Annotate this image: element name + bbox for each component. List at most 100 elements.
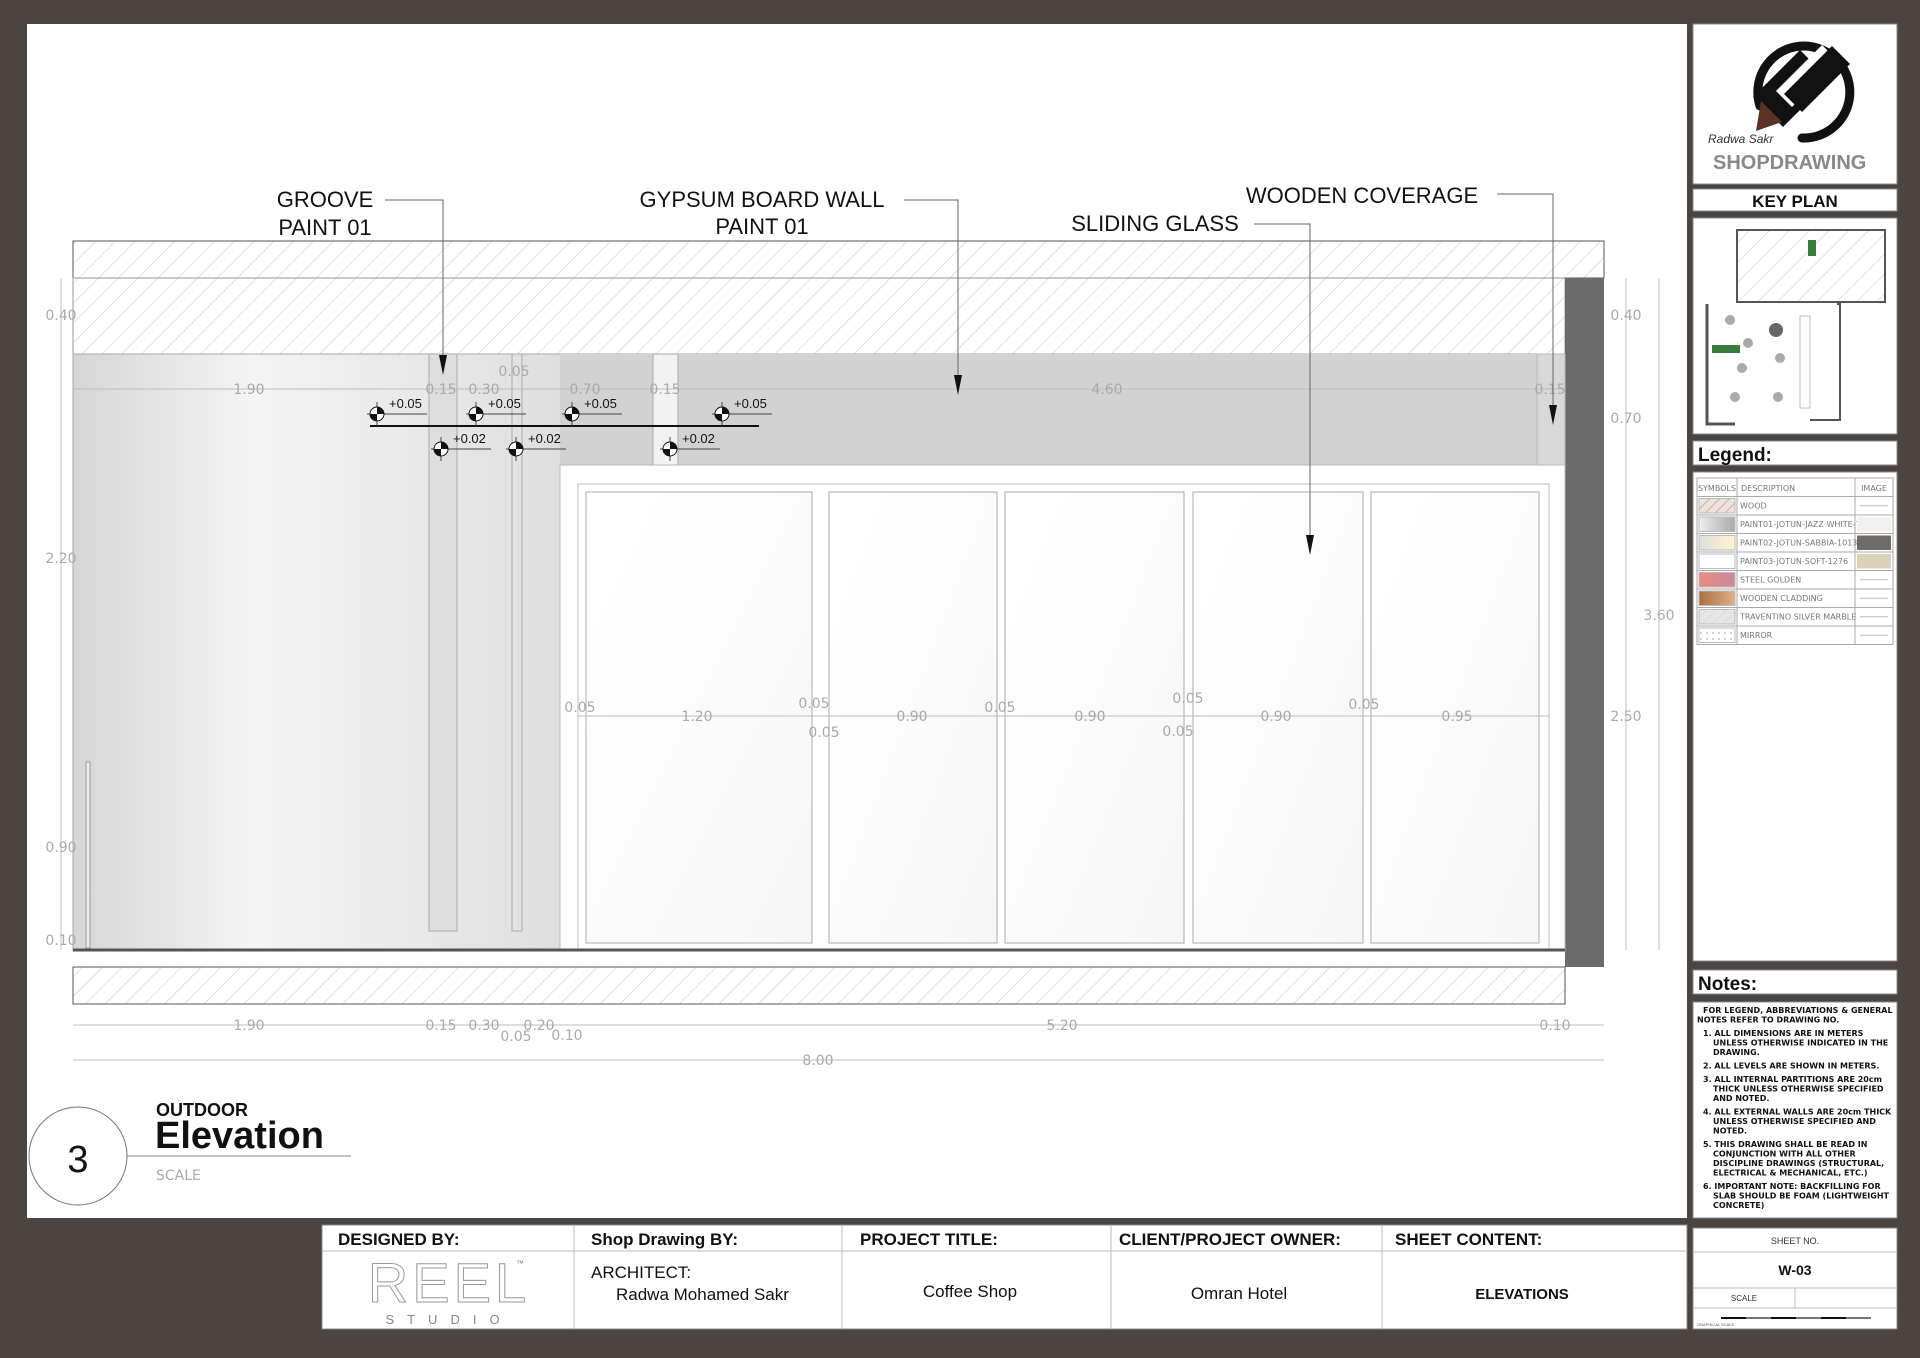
floor-slab: [72, 966, 1566, 1005]
legend-description: STEEL GOLDEN: [1740, 576, 1801, 585]
callout-gypsum-line2: PAINT 01: [715, 214, 808, 239]
sheet-scale-label: SCALE: [1731, 1294, 1757, 1303]
note-item-line: 4. ALL EXTERNAL WALLS ARE 20cm THICK: [1703, 1108, 1892, 1117]
note-item-line: 1. ALL DIMENSIONS ARE IN METERS: [1703, 1029, 1864, 1038]
legend-panel: Legend: SYMBOLS DESCRIPTION IMAGE WOOD PAINT…: [1692, 440, 1898, 962]
legend-image-swatch: [1857, 517, 1891, 532]
level-value: +0.05: [488, 396, 521, 411]
dimension-label: 0.30: [468, 382, 499, 398]
designed-by-label: DESIGNED BY:: [338, 1230, 460, 1249]
legend-column-header: DESCRIPTION: [1741, 484, 1795, 493]
dimension-label: 0.10: [1539, 1018, 1570, 1034]
dimension-label: 3.60: [1643, 608, 1674, 624]
level-value: +0.02: [453, 431, 486, 446]
dimension-label: 0.90: [1260, 709, 1291, 725]
legend-description: MIRROR: [1740, 631, 1773, 640]
key-plan-image: [1692, 217, 1898, 435]
dimension-label: 0.20: [523, 1018, 554, 1034]
dimension-label: 0.05: [798, 696, 829, 712]
legend-symbol-swatch: [1698, 572, 1736, 588]
legend-symbol-swatch: [1698, 516, 1736, 532]
sheet-content-label: SHEET CONTENT:: [1395, 1230, 1542, 1249]
logo-panel: Radwa Sakr SHOPDRAWING: [1692, 23, 1898, 185]
right-wall-column: [1565, 278, 1604, 967]
note-item-line: 2. ALL LEVELS ARE SHOWN IN METERS.: [1703, 1062, 1879, 1071]
note-item-line: NOTED.: [1713, 1127, 1747, 1136]
legend-description: PAINT02-JOTUN-SABBIA-10139: [1740, 539, 1862, 548]
logo-brand: SHOPDRAWING: [1713, 152, 1866, 174]
sheet-no-label: SHEET NO.: [1771, 1236, 1819, 1246]
level-value: +0.05: [584, 396, 617, 411]
note-item-line: UNLESS OTHERWISE SPECIFIED AND: [1713, 1117, 1876, 1126]
dimension-label: 0.05: [984, 700, 1015, 716]
dimension-label: 2.20: [45, 551, 76, 567]
notes-intro-line: NOTES REFER TO DRAWING NO.: [1697, 1016, 1839, 1025]
dimension-label: 2.50: [1610, 709, 1641, 725]
ceiling-hatch: [72, 277, 1566, 355]
legend-column-header: IMAGE: [1861, 484, 1887, 493]
level-value: +0.02: [528, 431, 561, 446]
reel-studio-sub: STUDIO: [385, 1312, 512, 1327]
graphical-scale-bar: [1721, 1317, 1871, 1319]
view-title-text: Elevation: [155, 1115, 324, 1157]
view-number: 3: [67, 1139, 88, 1181]
dimension-label: 0.05: [564, 700, 595, 716]
dimension-label: 0.90: [1074, 709, 1105, 725]
key-plan-title: KEY PLAN: [1752, 192, 1838, 211]
dimension-label: 0.05: [1162, 724, 1193, 740]
dimension-label: 5.20: [1046, 1018, 1077, 1034]
architect-name: Radwa Mohamed Sakr: [616, 1285, 789, 1304]
callout-groove-line1: GROOVE: [277, 187, 374, 212]
level-value: +0.05: [734, 396, 767, 411]
sliding-glass-panels: [585, 491, 1540, 944]
note-item-line: 3. ALL INTERNAL PARTITIONS ARE 20cm: [1703, 1075, 1882, 1084]
dimension-label: 0.40: [45, 308, 76, 324]
callout-groove-line2: PAINT 01: [278, 215, 371, 240]
reel-studio-tm: ™: [516, 1259, 524, 1268]
dimension-label: 0.05: [1172, 691, 1203, 707]
legend-symbol-swatch: [1698, 553, 1736, 569]
dimension-label: 1.20: [681, 709, 712, 725]
client-label: CLIENT/PROJECT OWNER:: [1119, 1230, 1341, 1249]
notes-panel: Notes: FOR LEGEND, ABBREVIATIONS & GENER…: [1692, 969, 1898, 1219]
sheet-number-panel: SHEET NO. W-03 SCALE GRAPHICAL SCALE: [1692, 1227, 1898, 1330]
legend-symbol-swatch: [1698, 535, 1736, 551]
dimension-label: 0.70: [1610, 411, 1641, 427]
dimension-label: 0.70: [569, 382, 600, 398]
note-item-line: 6. IMPORTANT NOTE: BACKFILLING FOR: [1703, 1182, 1881, 1191]
level-value: +0.05: [389, 396, 422, 411]
level-value: +0.02: [682, 431, 715, 446]
dimension-label: 0.05: [1348, 697, 1379, 713]
note-item-line: 5. THIS DRAWING SHALL BE READ IN: [1703, 1140, 1867, 1149]
legend-image-swatch: [1857, 535, 1891, 550]
dimension-label: 1.90: [233, 382, 264, 398]
legend-title: Legend:: [1698, 445, 1772, 466]
dimension-label: 0.15: [649, 382, 680, 398]
legend-symbol-swatch: [1698, 609, 1736, 625]
note-item-line: UNLESS OTHERWISE INDICATED IN THE: [1713, 1039, 1888, 1048]
architect-role: ARCHITECT:: [591, 1263, 691, 1282]
title-block: DESIGNED BY: REEL ™ STUDIO Shop Drawing …: [321, 1224, 1688, 1330]
dimension-label: 0.05: [498, 364, 529, 380]
callout-gypsum-line1: GYPSUM BOARD WALL: [640, 187, 885, 212]
note-item-line: AND NOTED.: [1713, 1094, 1769, 1103]
groove-2: [511, 353, 523, 932]
graphical-scale-label: GRAPHICAL SCALE: [1697, 1322, 1735, 1327]
logo-signature: Radwa Sakr: [1708, 132, 1774, 146]
note-item-line: SLAB SHOULD BE FOAM (LIGHTWEIGHT: [1713, 1192, 1890, 1201]
project-title-label: PROJECT TITLE:: [860, 1230, 998, 1249]
dimension-label: 0.10: [551, 1028, 582, 1044]
dimension-label: 0.10: [45, 933, 76, 949]
legend-description: WOOD: [1740, 502, 1767, 511]
shop-drawing-by-label: Shop Drawing BY:: [591, 1230, 738, 1249]
legend-table: SYMBOLS DESCRIPTION IMAGE WOOD PAINT01-JOTUN…: [1696, 477, 1894, 645]
dimension-label: 0.15: [425, 1018, 456, 1034]
dimension-label: 0.95: [1441, 709, 1472, 725]
wooden-coverage: [560, 354, 1537, 465]
dimension-label-total: 8.00: [802, 1053, 833, 1069]
note-item-line: CONJUNCTION WITH ALL OTHER: [1713, 1150, 1856, 1159]
legend-column-header: SYMBOLS: [1698, 484, 1736, 493]
note-item-line: DISCIPLINE DRAWINGS (STRUCTURAL,: [1713, 1159, 1884, 1168]
dimension-label: 0.15: [425, 382, 456, 398]
callout-wooden-coverage-text: WOODEN COVERAGE: [1246, 183, 1478, 208]
